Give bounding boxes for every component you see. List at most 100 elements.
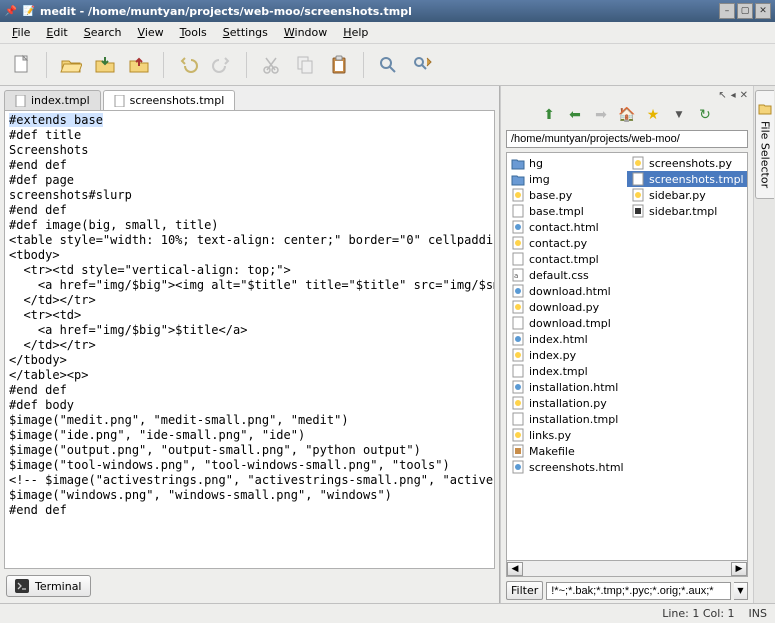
save-button[interactable] xyxy=(89,49,121,81)
file-item[interactable]: download.tmpl xyxy=(507,315,627,331)
menu-search[interactable]: Search xyxy=(76,24,130,41)
file-item[interactable]: sidebar.py xyxy=(627,187,747,203)
file-item[interactable]: installation.tmpl xyxy=(507,411,627,427)
app-icon: 📝 xyxy=(22,4,36,18)
terminal-label: Terminal xyxy=(35,580,82,593)
file-icon xyxy=(511,380,525,394)
filter-input[interactable] xyxy=(546,582,731,600)
file-item[interactable]: contact.tmpl xyxy=(507,251,627,267)
file-icon xyxy=(511,204,525,218)
replace-button[interactable] xyxy=(406,49,438,81)
status-position: Line: 1 Col: 1 xyxy=(662,607,734,620)
file-list-hscroll[interactable]: ◀ ▶ xyxy=(506,561,748,577)
save-as-button[interactable] xyxy=(123,49,155,81)
menu-edit[interactable]: Edit xyxy=(38,24,75,41)
fs-path-input[interactable] xyxy=(506,130,748,148)
file-icon xyxy=(631,172,645,186)
document-icon xyxy=(114,95,126,107)
file-item[interactable]: download.py xyxy=(507,299,627,315)
file-item[interactable]: links.py xyxy=(507,427,627,443)
fs-up-button[interactable]: ⬆ xyxy=(539,105,559,125)
toolbar xyxy=(0,44,775,86)
file-icon xyxy=(511,316,525,330)
folder-icon xyxy=(511,156,525,170)
scroll-left-button[interactable]: ◀ xyxy=(507,562,523,576)
tab-index-tmpl[interactable]: index.tmpl xyxy=(4,90,101,110)
file-item[interactable]: installation.py xyxy=(507,395,627,411)
menu-window[interactable]: Window xyxy=(276,24,335,41)
file-item[interactable]: img xyxy=(507,171,627,187)
file-item[interactable]: index.py xyxy=(507,347,627,363)
file-icon xyxy=(511,428,525,442)
file-item[interactable]: contact.html xyxy=(507,219,627,235)
file-icon xyxy=(631,156,645,170)
terminal-button[interactable]: Terminal xyxy=(6,575,91,597)
menu-settings[interactable]: Settings xyxy=(215,24,276,41)
fs-close-icon[interactable]: ✕ xyxy=(740,90,748,101)
file-item[interactable]: Makefile xyxy=(507,443,627,459)
document-icon xyxy=(15,95,27,107)
close-button[interactable]: ✕ xyxy=(755,3,771,19)
menu-help[interactable]: Help xyxy=(335,24,376,41)
minimize-button[interactable]: – xyxy=(719,3,735,19)
fs-forward-button[interactable]: ➡ xyxy=(591,105,611,125)
file-item[interactable]: sidebar.tmpl xyxy=(627,203,747,219)
file-item[interactable]: index.html xyxy=(507,331,627,347)
file-icon xyxy=(511,396,525,410)
fs-refresh-button[interactable]: ↻ xyxy=(695,105,715,125)
filter-button[interactable]: Filter xyxy=(506,581,543,600)
file-item[interactable]: download.html xyxy=(507,283,627,299)
menu-tools[interactable]: Tools xyxy=(172,24,215,41)
editor[interactable]: #extends base #def title Screenshots #en… xyxy=(4,110,495,569)
file-item[interactable]: screenshots.tmpl xyxy=(627,171,747,187)
file-item[interactable]: base.py xyxy=(507,187,627,203)
fs-detach-icon[interactable]: ↖ xyxy=(718,90,726,101)
tab-screenshots-tmpl[interactable]: screenshots.tmpl xyxy=(103,90,236,110)
file-item[interactable]: adefault.css xyxy=(507,267,627,283)
stick-icon[interactable]: 📌 xyxy=(4,4,18,18)
file-item[interactable]: hg xyxy=(507,155,627,171)
find-button[interactable] xyxy=(372,49,404,81)
maximize-button[interactable]: ▢ xyxy=(737,3,753,19)
file-icon xyxy=(511,348,525,362)
redo-button[interactable] xyxy=(206,49,238,81)
filter-dropdown[interactable]: ▼ xyxy=(734,582,748,600)
undo-button[interactable] xyxy=(172,49,204,81)
window-title: medit - /home/muntyan/projects/web-moo/s… xyxy=(40,5,717,18)
file-icon xyxy=(511,412,525,426)
open-button[interactable] xyxy=(55,49,87,81)
file-item[interactable]: index.tmpl xyxy=(507,363,627,379)
file-icon xyxy=(511,444,525,458)
menu-view[interactable]: View xyxy=(130,24,172,41)
file-list[interactable]: hgimgbase.pybase.tmplcontact.htmlcontact… xyxy=(506,152,748,561)
fs-bookmark-button[interactable]: ★ xyxy=(643,105,663,125)
paste-button[interactable] xyxy=(323,49,355,81)
file-icon xyxy=(631,188,645,202)
file-item[interactable]: installation.html xyxy=(507,379,627,395)
cut-button[interactable] xyxy=(255,49,287,81)
file-icon xyxy=(511,188,525,202)
menubar: FileEditSearchViewToolsSettingsWindowHel… xyxy=(0,22,775,44)
copy-button[interactable] xyxy=(289,49,321,81)
fs-dropdown-button[interactable]: ▼ xyxy=(669,105,689,125)
file-icon xyxy=(511,300,525,314)
file-icon xyxy=(511,460,525,474)
fs-home-button[interactable]: 🏠 xyxy=(617,105,637,125)
file-item[interactable]: contact.py xyxy=(507,235,627,251)
svg-text:a: a xyxy=(514,272,518,280)
fs-min-icon[interactable]: ◂ xyxy=(731,90,736,101)
file-item[interactable]: base.tmpl xyxy=(507,203,627,219)
file-icon: a xyxy=(511,268,525,282)
status-insert-mode: INS xyxy=(749,607,767,620)
file-selector-tab[interactable]: File Selector xyxy=(755,90,774,199)
new-file-button[interactable] xyxy=(6,49,38,81)
file-item[interactable]: screenshots.py xyxy=(627,155,747,171)
file-icon xyxy=(511,252,525,266)
file-icon xyxy=(511,332,525,346)
scroll-right-button[interactable]: ▶ xyxy=(731,562,747,576)
file-item[interactable]: screenshots.html xyxy=(507,459,627,475)
folder-icon xyxy=(511,172,525,186)
menu-file[interactable]: File xyxy=(4,24,38,41)
fs-back-button[interactable]: ⬅ xyxy=(565,105,585,125)
file-icon xyxy=(511,220,525,234)
